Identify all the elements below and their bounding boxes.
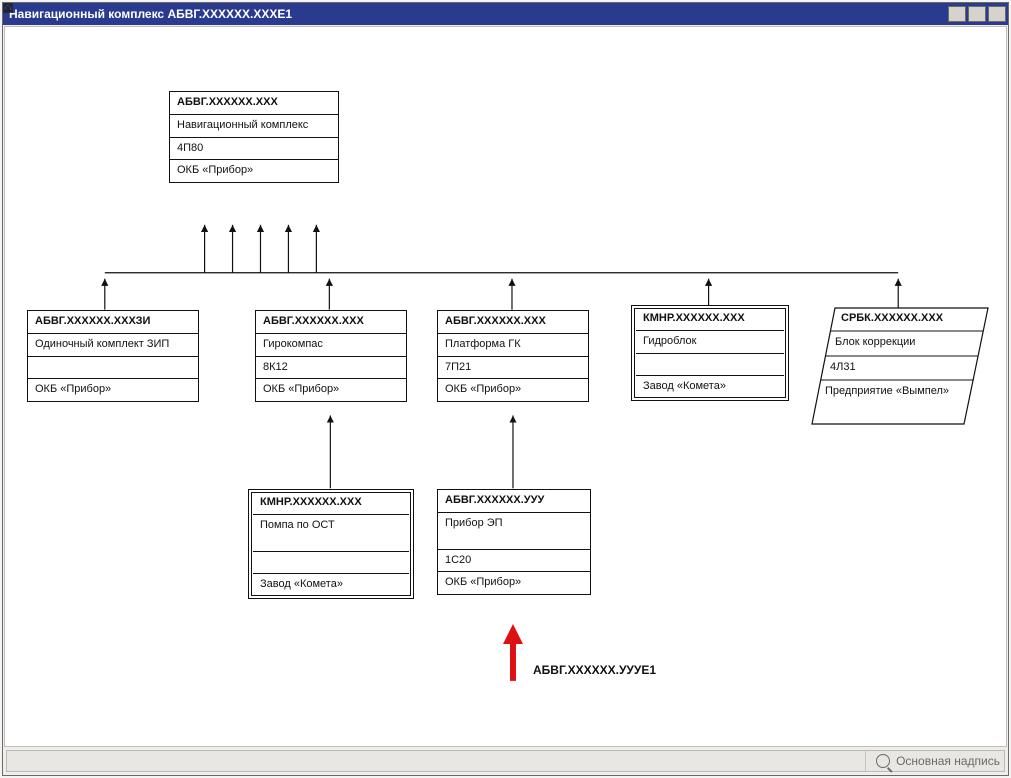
node-title: АБВГ.ХХХХХХ.ХХХ: [438, 311, 588, 334]
node-desc: Навигационный комплекс: [170, 115, 338, 138]
node-title: КМНР.ХХХХХХ.ХХХ: [253, 492, 409, 515]
node-desc: Платформа ГК: [438, 334, 588, 357]
maximize-button[interactable]: [968, 6, 986, 22]
node-gyro[interactable]: АБВГ.ХХХХХХ.ХХХ Гирокомпас 8К12 ОКБ «При…: [255, 310, 407, 402]
search-placeholder: Основная надпись: [896, 754, 1000, 768]
node-org: ОКБ «Прибор»: [28, 379, 198, 401]
node-code: 1С20: [438, 550, 590, 573]
node-code: [253, 552, 409, 575]
node-code: [28, 357, 198, 380]
node-org: Завод «Комета»: [253, 574, 409, 596]
node-corr[interactable]: СРБК.ХХХХХХ.ХХХ Блок коррекции 4Л31 Пред…: [811, 307, 989, 425]
node-title: АБВГ.ХХХХХХ.ХХХ: [170, 92, 338, 115]
node-hydro[interactable]: КМНР.ХХХХХХ.ХХХ Гидроблок Завод «Комета»: [631, 305, 789, 401]
node-ep[interactable]: АБВГ.ХХХХХХ.УУУ Прибор ЭП 1С20 ОКБ «Приб…: [437, 489, 591, 595]
close-button[interactable]: [988, 6, 1006, 22]
titlebar: Навигационный комплекс АБВГ.ХХХХХХ.ХХХЕ1: [3, 3, 1008, 25]
node-title: АБВГ.ХХХХХХ.ХХХЗИ: [28, 311, 198, 334]
node-root[interactable]: АБВГ.ХХХХХХ.ХХХ Навигационный комплекс 4…: [169, 91, 339, 183]
node-desc: Гидроблок: [636, 331, 784, 354]
search-icon: [876, 754, 890, 768]
node-title: АБВГ.ХХХХХХ.ХХХ: [256, 311, 406, 334]
search-box[interactable]: Основная надпись: [865, 751, 1000, 771]
node-org: Завод «Комета»: [636, 376, 784, 398]
node-desc: Помпа по ОСТ: [253, 515, 409, 552]
diagram-canvas[interactable]: АБВГ.ХХХХХХ.ХХХ Навигационный комплекс 4…: [4, 26, 1007, 747]
node-zip[interactable]: АБВГ.ХХХХХХ.ХХХЗИ Одиночный комплект ЗИП…: [27, 310, 199, 402]
node-org: ОКБ «Прибор»: [170, 160, 338, 182]
node-code: 7П21: [438, 357, 588, 380]
node-title: КМНР.ХХХХХХ.ХХХ: [636, 308, 784, 331]
window-controls: [948, 6, 1006, 22]
window-title: Навигационный комплекс АБВГ.ХХХХХХ.ХХХЕ1: [9, 7, 292, 21]
node-title: АБВГ.ХХХХХХ.УУУ: [438, 490, 590, 513]
node-desc: Гирокомпас: [256, 334, 406, 357]
minimize-button[interactable]: [948, 6, 966, 22]
annotation-label: АБВГ.ХХХХХХ.УУУЕ1: [533, 663, 656, 677]
node-pump[interactable]: КМНР.ХХХХХХ.ХХХ Помпа по ОСТ Завод «Коме…: [248, 489, 414, 599]
node-org: ОКБ «Прибор»: [438, 379, 588, 401]
node-code: 4Л31: [816, 361, 989, 375]
node-platform[interactable]: АБВГ.ХХХХХХ.ХХХ Платформа ГК 7П21 ОКБ «П…: [437, 310, 589, 402]
node-title: СРБК.ХХХХХХ.ХХХ: [827, 312, 989, 326]
node-code: 8К12: [256, 357, 406, 380]
node-desc: Блок коррекции: [821, 336, 989, 350]
statusbar: Основная надпись: [6, 750, 1005, 772]
node-code: 4П80: [170, 138, 338, 161]
node-org: ОКБ «Прибор»: [438, 572, 590, 594]
node-org: Предприятие «Вымпел»: [811, 385, 970, 399]
node-org: ОКБ «Прибор»: [256, 379, 406, 401]
node-desc: Одиночный комплект ЗИП: [28, 334, 198, 357]
app-window: Навигационный комплекс АБВГ.ХХХХХХ.ХХХЕ1: [2, 2, 1009, 776]
node-code: [636, 354, 784, 377]
node-desc: Прибор ЭП: [438, 513, 590, 550]
